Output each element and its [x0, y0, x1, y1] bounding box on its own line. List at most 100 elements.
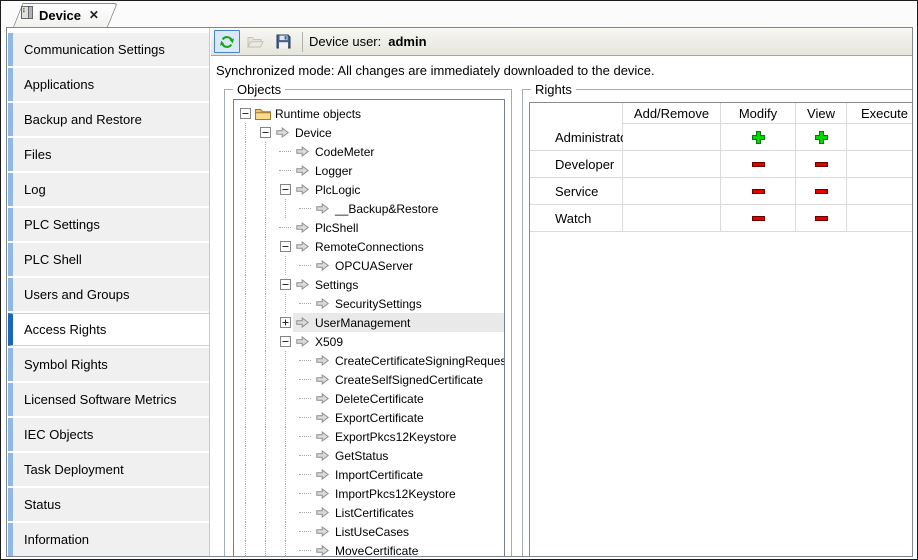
tree-node-importpkcs12keystore[interactable]: ImportPkcs12Keystore [234, 484, 504, 503]
tree-node-plcshell[interactable]: PlcShell [234, 218, 504, 237]
arrow-icon [314, 469, 331, 480]
expander-plus-icon[interactable] [277, 313, 293, 332]
tree-node-label: CreateCertificateSigningRequest [335, 354, 505, 368]
arrow-icon [294, 317, 311, 328]
tree-node-device[interactable]: Device [234, 123, 504, 142]
sidebar-item-users-and-groups[interactable]: Users and Groups [8, 278, 209, 311]
expander-minus-icon[interactable] [277, 180, 293, 199]
arrow-icon [314, 393, 331, 404]
rights-cell-watch-modify[interactable] [721, 205, 796, 232]
arrow-icon [314, 545, 331, 556]
rights-cell-watch-execute[interactable] [847, 205, 913, 232]
sidebar-item-status[interactable]: Status [8, 488, 209, 521]
sidebar-item-files[interactable]: Files [8, 138, 209, 171]
tree-node-plclogic[interactable]: PlcLogic [234, 180, 504, 199]
arrow-icon [294, 222, 311, 233]
tree-node-body: CreateCertificateSigningRequest [313, 351, 505, 370]
tree-node-label: ImportCertificate [335, 468, 427, 482]
sidebar-item-information[interactable]: Information [8, 523, 209, 556]
expander-minus-icon[interactable] [277, 332, 293, 351]
sidebar-item-label: PLC Shell [24, 252, 82, 267]
expander-minus-icon[interactable] [277, 237, 293, 256]
sidebar-item-applications[interactable]: Applications [8, 68, 209, 101]
rights-cell-service-add-remove[interactable] [623, 178, 721, 205]
tree-node-importcertificate[interactable]: ImportCertificate [234, 465, 504, 484]
rights-cell-administrator-execute[interactable] [847, 124, 913, 151]
refresh-button[interactable] [214, 30, 240, 53]
tree-node-runtime-objects[interactable]: Runtime objects [234, 104, 504, 123]
tree-node-logger[interactable]: Logger [234, 161, 504, 180]
expander-minus-icon[interactable] [257, 123, 273, 142]
sidebar-item-backup-and-restore[interactable]: Backup and Restore [8, 103, 209, 136]
rights-cell-service-execute[interactable] [847, 178, 913, 205]
rights-cell-developer-add-remove[interactable] [623, 151, 721, 178]
tree-node-x509[interactable]: X509 [234, 332, 504, 351]
tree-node-exportcertificate[interactable]: ExportCertificate [234, 408, 504, 427]
tree-node-codemeter[interactable]: CodeMeter [234, 142, 504, 161]
folder-icon [254, 108, 271, 120]
tree-node-getstatus[interactable]: GetStatus [234, 446, 504, 465]
sidebar-item-licensed-software-metrics[interactable]: Licensed Software Metrics [8, 383, 209, 416]
sidebar-item-label: Log [24, 182, 46, 197]
tree-indent-guide [257, 275, 277, 294]
tree-node-opcuaserver[interactable]: OPCUAServer [234, 256, 504, 275]
save-button[interactable] [270, 30, 296, 53]
sidebar-item-symbol-rights[interactable]: Symbol Rights [8, 348, 209, 381]
objects-tree: Runtime objectsDeviceCodeMeter Logger PlcL… [233, 99, 505, 557]
tree-indent-guide [237, 446, 257, 465]
rights-grid: Add/RemoveModifyViewExecuteAdministrator… [530, 103, 913, 232]
tree-indent-guide [257, 161, 277, 180]
sidebar-item-task-deployment[interactable]: Task Deployment [8, 453, 209, 486]
tree-node-backup-restore[interactable]: __Backup&Restore [234, 199, 504, 218]
tree-node-createcertificatesigningrequest[interactable]: CreateCertificateSigningRequest [234, 351, 504, 370]
tree-indent-guide [237, 332, 257, 351]
tree-leaf-connector [277, 161, 293, 180]
tree-node-settings[interactable]: Settings [234, 275, 504, 294]
tree-node-deletecertificate[interactable]: DeleteCertificate [234, 389, 504, 408]
rights-cell-developer-view[interactable] [796, 151, 847, 178]
sidebar-item-plc-settings[interactable]: PLC Settings [8, 208, 209, 241]
tree-node-label: PlcLogic [315, 183, 364, 197]
tree-node-usermanagement[interactable]: UserManagement [234, 313, 504, 332]
sidebar: Communication SettingsApplicationsBackup… [7, 28, 210, 556]
rights-cell-administrator-view[interactable] [796, 124, 847, 151]
tree-node-exportpkcs12keystore[interactable]: ExportPkcs12Keystore [234, 427, 504, 446]
tree-indent-guide [277, 294, 297, 313]
open-folder-button[interactable] [242, 30, 268, 53]
tree-leaf-connector [277, 218, 293, 237]
sidebar-item-communication-settings[interactable]: Communication Settings [8, 33, 209, 66]
tree-indent-guide [237, 408, 257, 427]
tree-node-listcertificates[interactable]: ListCertificates [234, 503, 504, 522]
rights-cell-watch-view[interactable] [796, 205, 847, 232]
sidebar-item-plc-shell[interactable]: PLC Shell [8, 243, 209, 276]
tree-node-listusecases[interactable]: ListUseCases [234, 522, 504, 541]
rights-row-label-service: Service [530, 178, 623, 205]
tree-node-remoteconnections[interactable]: RemoteConnections [234, 237, 504, 256]
plus-permission-icon [752, 131, 765, 144]
expander-minus-icon[interactable] [277, 275, 293, 294]
rights-cell-administrator-add-remove[interactable] [623, 124, 721, 151]
rights-cell-watch-add-remove[interactable] [623, 205, 721, 232]
tree-node-body: ListUseCases [313, 522, 504, 541]
tree-node-body: PlcShell [293, 218, 504, 237]
rights-cell-service-view[interactable] [796, 178, 847, 205]
tree-node-body: X509 [293, 332, 504, 351]
rights-cell-administrator-modify[interactable] [721, 124, 796, 151]
sidebar-item-iec-objects[interactable]: IEC Objects [8, 418, 209, 451]
tree-node-movecertificate[interactable]: MoveCertificate [234, 541, 504, 557]
tree-node-label: Logger [315, 164, 356, 178]
tree-node-createselfsignedcertificate[interactable]: CreateSelfSignedCertificate [234, 370, 504, 389]
tab-device[interactable]: Device ✕ [13, 3, 108, 27]
sidebar-item-log[interactable]: Log [8, 173, 209, 206]
rights-cell-developer-execute[interactable] [847, 151, 913, 178]
close-icon[interactable]: ✕ [87, 8, 99, 22]
expander-minus-icon[interactable] [237, 104, 253, 123]
tree-indent-guide [257, 332, 277, 351]
sidebar-item-label: Access Rights [24, 322, 106, 337]
rights-cell-service-modify[interactable] [721, 178, 796, 205]
tree-indent-guide [237, 237, 257, 256]
tree-indent-guide [277, 389, 297, 408]
tree-node-securitysettings[interactable]: SecuritySettings [234, 294, 504, 313]
rights-cell-developer-modify[interactable] [721, 151, 796, 178]
sidebar-item-access-rights[interactable]: Access Rights [8, 313, 209, 346]
